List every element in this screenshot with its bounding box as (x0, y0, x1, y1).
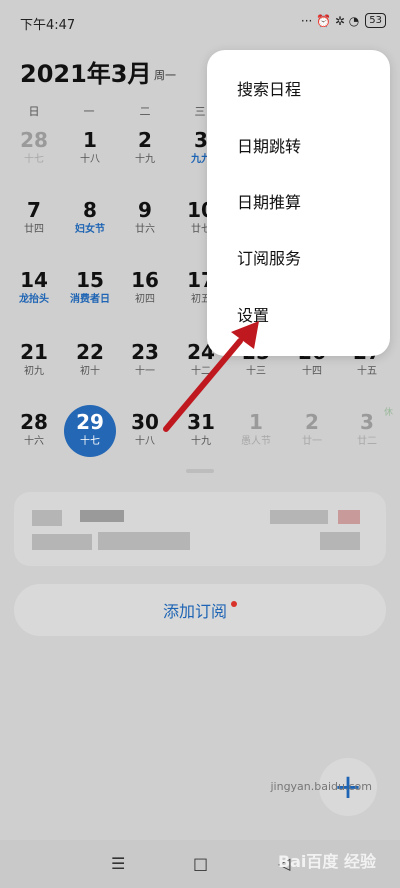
annotation-arrow (163, 321, 259, 432)
arrow-shaft (163, 338, 243, 432)
